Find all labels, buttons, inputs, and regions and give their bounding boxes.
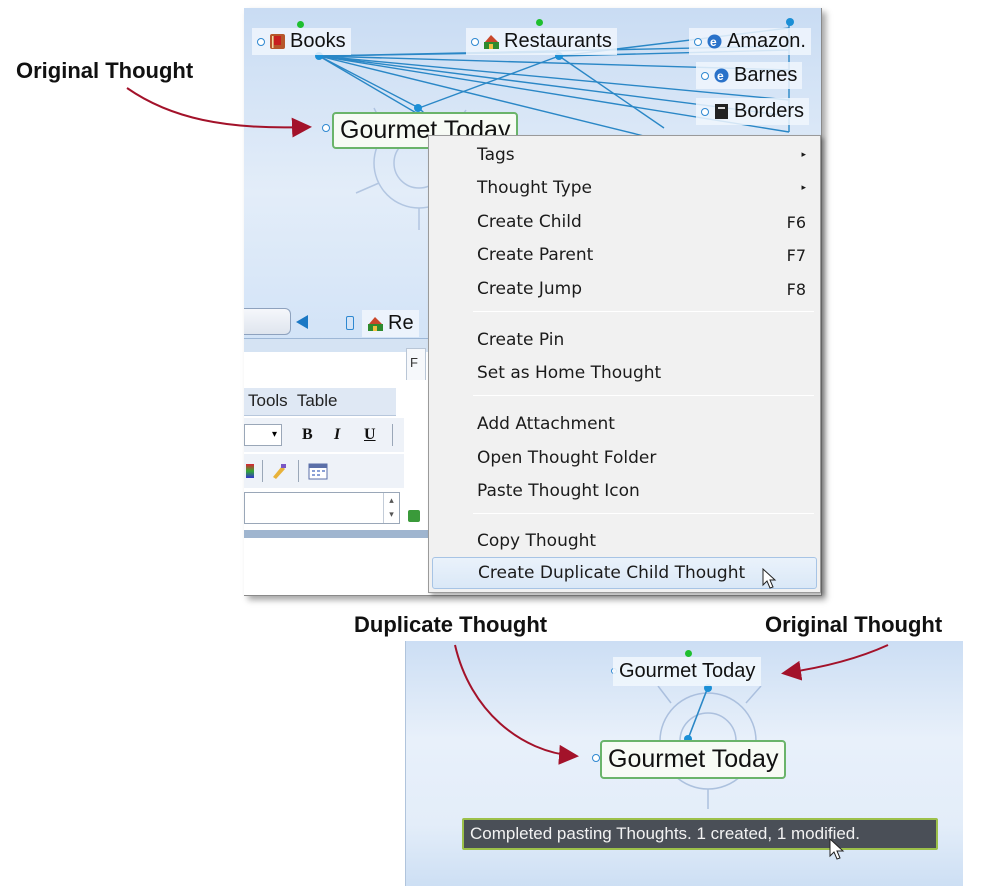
thought-books-label: Books xyxy=(290,30,346,52)
toolbar-divider xyxy=(298,460,299,482)
jump-gate-icon[interactable] xyxy=(701,71,709,80)
thought-amazon-label: Amazon. xyxy=(727,30,806,52)
italic-button[interactable]: I xyxy=(334,426,340,444)
font-size-dropdown[interactable]: ▾ xyxy=(244,424,282,446)
jump-gate-icon[interactable] xyxy=(592,754,600,762)
status-toast: Completed pasting Thoughts. 1 created, 1… xyxy=(462,818,938,850)
jump-gate-icon[interactable] xyxy=(257,37,265,46)
thought-borders[interactable]: Borders xyxy=(696,98,810,125)
thought-barnes-label: Barnes xyxy=(734,64,798,86)
menu-item-copy-thought[interactable]: Copy Thought xyxy=(429,525,820,557)
jump-gate-icon[interactable] xyxy=(701,107,709,116)
menu-item-shortcut: F8 xyxy=(786,279,806,299)
toolbar-divider xyxy=(262,460,263,482)
back-arrow-icon[interactable] xyxy=(294,314,310,330)
jump-gate-icon[interactable] xyxy=(471,37,479,46)
original-thought-gourmet-today[interactable]: Gourmet Today xyxy=(613,657,762,686)
insert-toolbar xyxy=(244,454,404,488)
original-thought-label-bottom: Original Thought xyxy=(765,612,943,637)
menu-item-open-thought-folder[interactable]: Open Thought Folder xyxy=(429,442,820,474)
restaurants-parent-gate[interactable] xyxy=(536,19,543,26)
menu-separator xyxy=(473,311,814,312)
thought-restaurants-partial[interactable]: Re xyxy=(362,310,419,337)
active-jump-gate-icon[interactable] xyxy=(322,124,330,132)
thought-restaurants[interactable]: Restaurants xyxy=(466,28,617,55)
bold-button[interactable]: B xyxy=(302,426,313,444)
svg-text:e: e xyxy=(717,69,724,83)
highlighter-icon[interactable] xyxy=(270,462,288,480)
notes-menubar: Tools Table xyxy=(244,388,396,416)
tab-icon xyxy=(408,510,420,522)
menu-tools[interactable]: Tools xyxy=(248,391,288,410)
menu-item-create-child[interactable]: Create Child F6 xyxy=(429,206,820,238)
calendar-icon[interactable] xyxy=(308,462,328,480)
menu-separator xyxy=(473,513,814,514)
menu-item-tags[interactable]: Tags ▸ xyxy=(429,139,820,171)
mouse-cursor-icon xyxy=(762,568,777,589)
thought-barnes[interactable]: e Barnes xyxy=(696,62,803,89)
bottom-screenshot: Gourmet Today Gourmet Today Completed pa… xyxy=(405,641,963,886)
menu-item-create-parent[interactable]: Create Parent F7 xyxy=(429,239,820,271)
submenu-arrow-icon: ▸ xyxy=(801,183,806,193)
back-nav-button[interactable] xyxy=(244,308,291,335)
notes-tab[interactable]: F xyxy=(406,348,426,380)
restaurant-icon xyxy=(368,317,383,331)
color-icon[interactable] xyxy=(246,464,254,478)
menu-item-create-duplicate-child-thought[interactable]: Create Duplicate Child Thought xyxy=(432,557,817,589)
book-icon xyxy=(270,34,285,49)
original-thought-label-top: Original Thought xyxy=(16,58,194,83)
amazon-gate[interactable] xyxy=(786,18,794,26)
menu-item-label: Tags xyxy=(477,145,515,165)
scroll-spinner[interactable]: ▴ ▾ xyxy=(383,493,399,523)
submenu-arrow-icon: ▸ xyxy=(801,150,806,160)
pane-marker-icon xyxy=(346,316,354,330)
menu-item-label: Create Duplicate Child Thought xyxy=(478,563,746,583)
restaurant-icon xyxy=(484,35,499,49)
thought-restaurants-label: Restaurants xyxy=(504,30,612,52)
underline-button[interactable]: U xyxy=(364,426,376,444)
thought-restaurants-partial-label: Re xyxy=(388,312,414,334)
menu-item-shortcut: F7 xyxy=(786,245,806,265)
toolbar-divider xyxy=(392,424,393,446)
internet-explorer-icon: e xyxy=(714,68,729,83)
menu-item-label: Create Child xyxy=(477,212,582,232)
menu-item-create-pin[interactable]: Create Pin xyxy=(429,324,820,356)
duplicate-thought-gourmet-today[interactable]: Gourmet Today xyxy=(600,740,787,779)
thought-amazon[interactable]: e Amazon. xyxy=(689,28,811,55)
notes-editor[interactable]: ▴ ▾ xyxy=(244,492,400,524)
books-parent-gate[interactable] xyxy=(297,21,304,28)
menu-item-label: Create Parent xyxy=(477,245,594,265)
original-parent-gate[interactable] xyxy=(685,650,692,657)
menu-item-label: Open Thought Folder xyxy=(477,448,657,468)
menu-separator xyxy=(473,395,814,396)
menu-item-create-jump[interactable]: Create Jump F8 xyxy=(429,273,820,305)
active-child-gate[interactable] xyxy=(414,104,422,112)
menu-item-add-attachment[interactable]: Add Attachment xyxy=(429,408,820,440)
mouse-cursor-icon xyxy=(829,838,845,860)
thought-books[interactable]: Books xyxy=(252,28,351,55)
menu-item-paste-thought-icon[interactable]: Paste Thought Icon xyxy=(429,475,820,507)
menu-table[interactable]: Table xyxy=(297,391,338,410)
menu-item-label: Copy Thought xyxy=(477,531,597,551)
jump-gate-icon[interactable] xyxy=(694,37,702,46)
thought-borders-label: Borders xyxy=(734,100,805,122)
menu-item-label: Thought Type xyxy=(477,178,593,198)
menu-item-thought-type[interactable]: Thought Type ▸ xyxy=(429,172,820,204)
svg-text:e: e xyxy=(710,35,717,49)
menu-item-set-home-thought[interactable]: Set as Home Thought xyxy=(429,357,820,389)
menu-item-label: Create Jump xyxy=(477,279,583,299)
menu-item-label: Add Attachment xyxy=(477,414,615,434)
menu-item-label: Set as Home Thought xyxy=(477,363,662,383)
book-black-icon xyxy=(715,104,728,119)
duplicate-thought-label: Duplicate Thought xyxy=(354,612,548,637)
menu-item-label: Create Pin xyxy=(477,330,565,350)
thought-context-menu: Tags ▸ Thought Type ▸ Create Child F6 Cr… xyxy=(428,135,821,593)
menu-item-label: Paste Thought Icon xyxy=(477,481,640,501)
format-toolbar: ▾ B I U xyxy=(244,418,404,452)
menu-item-shortcut: F6 xyxy=(786,212,806,232)
internet-explorer-icon: e xyxy=(707,34,722,49)
